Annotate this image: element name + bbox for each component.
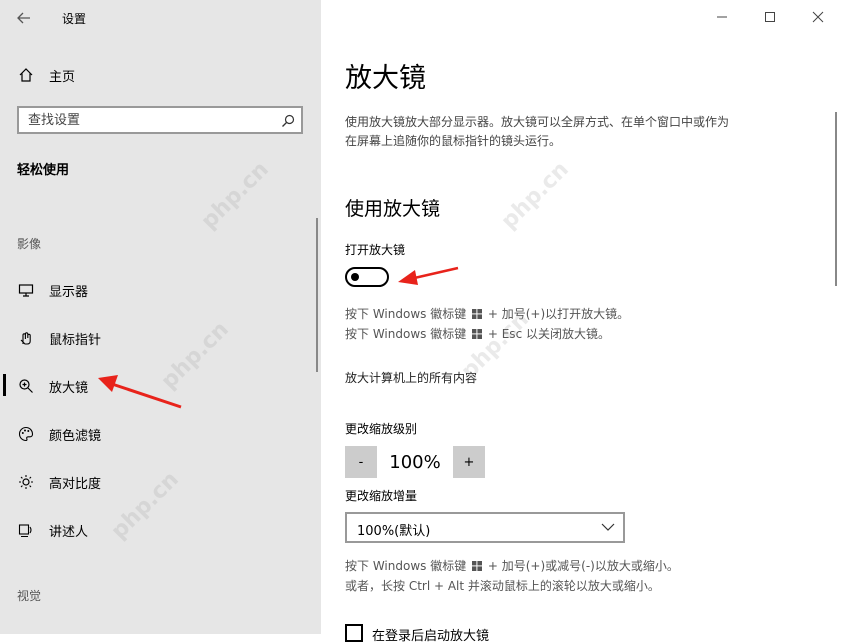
hint-text: 按下 Windows 徽标键: [345, 559, 467, 573]
category-heading: 轻松使用: [17, 163, 70, 178]
shortcut-hint-open: 按下 Windows 徽标键 + 加号(+)以打开放大镜。: [345, 304, 629, 324]
zoom-increment-select[interactable]: 100%(默认): [345, 512, 625, 543]
zoom-out-button[interactable]: -: [345, 446, 377, 478]
brightness-icon: [17, 473, 35, 491]
zoom-increment-label: 更改缩放增量: [345, 489, 418, 503]
sidebar-item-color-filters[interactable]: 颜色滤镜: [17, 422, 297, 446]
back-arrow-icon: [17, 12, 30, 24]
home-icon: [17, 66, 35, 84]
section-heading-hearing: 视觉: [17, 589, 42, 603]
back-button[interactable]: [8, 4, 40, 32]
sidebar-item-label: 主页: [49, 69, 76, 85]
sidebar-item-label: 放大镜: [49, 380, 89, 396]
maximize-button[interactable]: [759, 6, 781, 28]
sidebar-item-high-contrast[interactable]: 高对比度: [17, 470, 297, 494]
windows-logo-icon: [472, 561, 483, 571]
zoom-level-value: 100%: [389, 452, 441, 473]
chevron-down-icon: [601, 523, 615, 531]
sidebar-item-label: 讲述人: [49, 524, 89, 540]
window-title: 设置: [62, 12, 87, 26]
zoom-level-label: 更改缩放级别: [345, 422, 418, 436]
hint-text: 按下 Windows 徽标键: [345, 307, 467, 321]
narrator-icon: [17, 521, 35, 539]
sidebar-item-label: 显示器: [49, 284, 89, 300]
hint-text: + 加号(+)或减号(-)以放大或缩小。: [487, 559, 679, 573]
search-icon[interactable]: [281, 113, 295, 132]
sidebar-item-magnifier[interactable]: 放大镜: [17, 374, 297, 398]
hint-text: + Esc 以关闭放大镜。: [487, 327, 610, 341]
sidebar-item-home[interactable]: 主页: [17, 63, 297, 87]
sidebar-scrollbar[interactable]: [316, 218, 318, 372]
monitor-icon: [17, 281, 35, 299]
palette-icon: [17, 425, 35, 443]
shortcut-hint-scroll: 或者，长按 Ctrl + Alt 并滚动鼠标上的滚轮以放大或缩小。: [345, 579, 660, 593]
toggle-label: 打开放大镜: [345, 243, 406, 257]
search-box[interactable]: [17, 106, 303, 134]
hint-text: 按下 Windows 徽标键: [345, 327, 467, 341]
shortcut-hint-zoom: 按下 Windows 徽标键 + 加号(+)或减号(-)以放大或缩小。: [345, 556, 679, 576]
hint-text: + 加号(+)以打开放大镜。: [487, 307, 630, 321]
close-button[interactable]: [807, 6, 829, 28]
shortcut-hint-close: 按下 Windows 徽标键 + Esc 以关闭放大镜。: [345, 324, 610, 344]
minimize-icon: [717, 16, 727, 18]
sidebar-item-mouse-pointer[interactable]: 鼠标指针: [17, 326, 297, 350]
windows-logo-icon: [472, 309, 483, 319]
magnify-all-heading: 放大计算机上的所有内容: [345, 371, 478, 385]
section-title: 使用放大镜: [345, 198, 441, 220]
sidebar: 设置 主页 轻松使用 影像 显示器 鼠标指针 放大镜: [0, 0, 321, 634]
windows-logo-icon: [472, 329, 483, 339]
toggle-knob: [351, 273, 359, 281]
sidebar-item-label: 高对比度: [49, 476, 102, 492]
select-value: 100%(默认): [357, 524, 431, 539]
sidebar-item-label: 颜色滤镜: [49, 428, 102, 444]
checkbox-label: 在登录后启动放大镜: [372, 629, 490, 644]
sidebar-item-label: 鼠标指针: [49, 332, 102, 348]
zoom-in-button[interactable]: +: [453, 446, 485, 478]
sidebar-item-display[interactable]: 显示器: [17, 278, 297, 302]
sidebar-item-narrator[interactable]: 讲述人: [17, 518, 297, 542]
selection-indicator: [3, 374, 6, 396]
description-line: 使用放大镜放大部分显示器。放大镜可以全屏方式、在单个窗口中或作为: [345, 115, 730, 129]
page-title: 放大镜: [345, 63, 426, 94]
magnifier-toggle[interactable]: [345, 267, 389, 287]
maximize-icon: [765, 12, 775, 22]
main-scrollbar[interactable]: [835, 112, 837, 286]
minimize-button[interactable]: [711, 6, 733, 28]
search-input[interactable]: [28, 112, 268, 128]
mouse-pointer-icon: [17, 329, 35, 347]
section-heading-vision: 影像: [17, 237, 42, 251]
start-after-signin-checkbox[interactable]: [345, 624, 363, 642]
close-icon: [812, 11, 824, 23]
description-line: 在屏幕上追随你的鼠标指针的镜头运行。: [345, 134, 562, 148]
magnifier-icon: [17, 377, 35, 395]
page-description: 使用放大镜放大部分显示器。放大镜可以全屏方式、在单个窗口中或作为 在屏幕上追随你…: [345, 113, 805, 151]
